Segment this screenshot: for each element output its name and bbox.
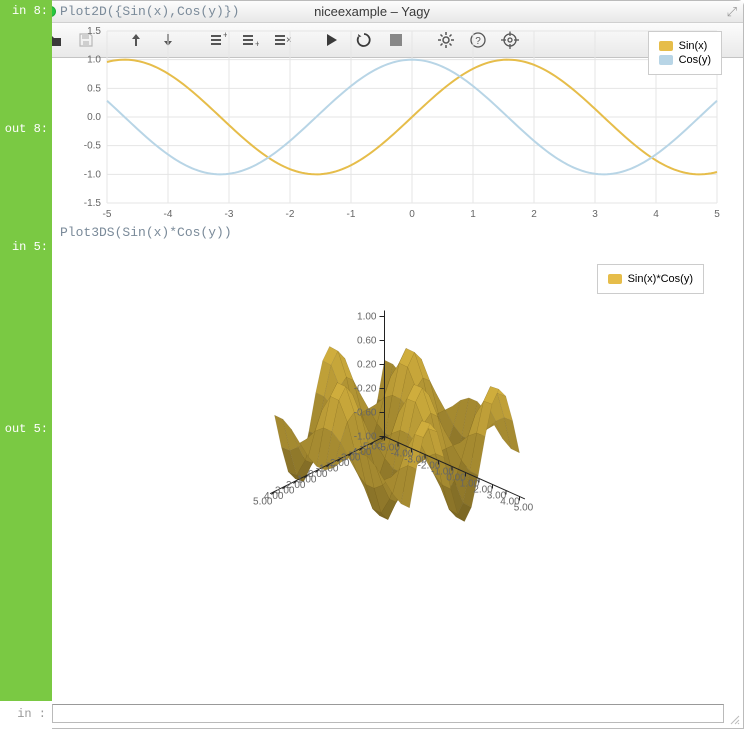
svg-text:5.00: 5.00 xyxy=(514,503,534,514)
legend-label-cos: Cos(y) xyxy=(679,58,711,66)
svg-text:4: 4 xyxy=(653,209,659,220)
svg-text:0.60: 0.60 xyxy=(357,336,377,347)
svg-text:-1.5: -1.5 xyxy=(84,198,102,209)
svg-text:1: 1 xyxy=(470,209,476,220)
legend-3d: Sin(x)*Cos(y) xyxy=(597,264,704,294)
gutter: in 8: out 8: in 5: out 5: xyxy=(1,58,52,701)
out-label: out 8: xyxy=(1,122,52,142)
legend-2d: Sin(x) Cos(y) xyxy=(648,58,722,75)
plot3d-output: Sin(x)*Cos(y) -1.00-0.60-0.200.200.601.0… xyxy=(60,244,734,574)
plot2d-svg: -5-4-3-2-1012345-1.5-1.0-0.50.00.51.01.5 xyxy=(60,58,734,221)
svg-text:-0.5: -0.5 xyxy=(84,141,102,152)
resize-grip-icon[interactable] xyxy=(729,714,741,726)
legend-swatch-cos xyxy=(659,58,673,65)
svg-text:0.0: 0.0 xyxy=(87,112,101,123)
svg-text:-1.0: -1.0 xyxy=(84,169,102,180)
input-row: in : xyxy=(1,701,743,728)
out-label: out 5: xyxy=(1,422,52,442)
svg-text:5: 5 xyxy=(714,209,720,220)
command-input[interactable] xyxy=(52,704,724,723)
svg-text:-0.20: -0.20 xyxy=(354,384,377,395)
svg-text:-5: -5 xyxy=(103,209,112,220)
svg-text:0.5: 0.5 xyxy=(87,83,101,94)
svg-text:-2: -2 xyxy=(286,209,295,220)
content-area: in 8: out 8: in 5: out 5: Plot2D({Sin(x)… xyxy=(1,58,743,728)
svg-text:1.00: 1.00 xyxy=(357,312,377,323)
svg-text:-3: -3 xyxy=(225,209,234,220)
svg-text:0: 0 xyxy=(409,209,415,220)
plot2d-output: -5-4-3-2-1012345-1.5-1.0-0.50.00.51.01.5… xyxy=(60,58,734,221)
svg-text:3: 3 xyxy=(592,209,598,220)
svg-text:2: 2 xyxy=(531,209,537,220)
svg-text:5.00: 5.00 xyxy=(253,497,273,508)
notebook-main: Plot2D({Sin(x),Cos(y)}) -5-4-3-2-1012345… xyxy=(52,58,743,701)
legend-swatch-3d xyxy=(608,274,622,284)
input-prompt: in : xyxy=(1,701,52,728)
svg-text:0.20: 0.20 xyxy=(357,360,377,371)
svg-text:1.0: 1.0 xyxy=(87,58,101,66)
in-label: in 5: xyxy=(1,240,52,260)
svg-text:-4: -4 xyxy=(164,209,173,220)
legend-label-3d: Sin(x)*Cos(y) xyxy=(628,273,693,285)
svg-text:-0.60: -0.60 xyxy=(354,408,377,419)
cell-code[interactable]: Plot3DS(Sin(x)*Cos(y)) xyxy=(52,221,743,242)
svg-text:-1: -1 xyxy=(347,209,356,220)
